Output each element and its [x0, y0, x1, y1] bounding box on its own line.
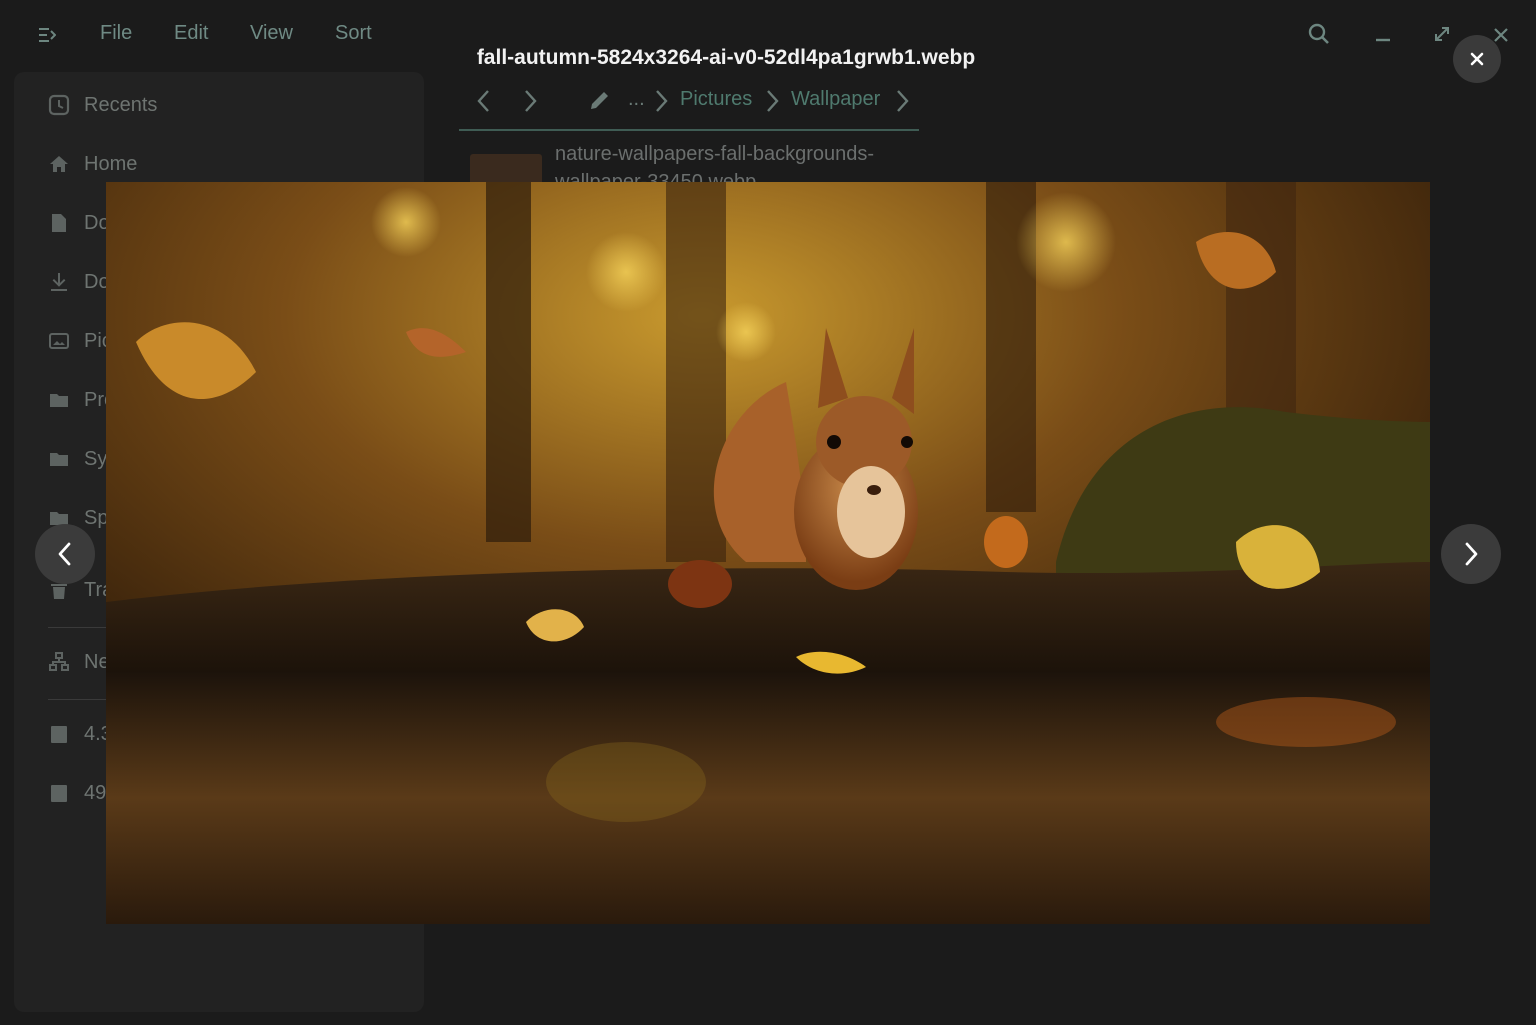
- search-icon[interactable]: [1307, 22, 1331, 46]
- viewer-next-button[interactable]: [1441, 524, 1501, 584]
- folder-icon: [50, 453, 68, 466]
- close-icon: [1470, 52, 1484, 66]
- network-icon: [49, 652, 69, 671]
- sidebar-item-label: Sp: [84, 506, 109, 529]
- breadcrumb-pictures[interactable]: Pictures: [680, 88, 752, 111]
- folder-icon: [50, 394, 68, 407]
- sidebar-item-home[interactable]: Home: [48, 144, 137, 184]
- sidebar-item-label: Home: [84, 152, 138, 175]
- maximize-icon[interactable]: [1432, 22, 1452, 46]
- sidebar-item-downloads[interactable]: Do: [48, 262, 110, 302]
- breadcrumb-ellipsis[interactable]: ...: [628, 88, 645, 111]
- drive-icon: [51, 785, 67, 802]
- sidebar-item-label: Recents: [84, 93, 158, 116]
- sidebar-item-drive-1[interactable]: 4.3: [48, 714, 112, 754]
- menu-edit[interactable]: Edit: [174, 22, 208, 45]
- sidebar-item-label: 49: [84, 781, 107, 804]
- breadcrumb-separator-icon: [767, 90, 779, 112]
- clock-icon: [48, 94, 70, 116]
- viewer-previous-button[interactable]: [35, 524, 95, 584]
- download-icon: [51, 273, 67, 291]
- sidebar-item-recents[interactable]: Recents: [48, 85, 157, 125]
- drive-icon: [51, 726, 67, 743]
- sidebar-item-drive-2[interactable]: 49: [48, 773, 106, 813]
- sidebar-toggle-icon[interactable]: [38, 26, 56, 44]
- viewer-close-button[interactable]: [1453, 35, 1501, 83]
- minimize-icon[interactable]: [1374, 22, 1392, 46]
- sidebar-item-network[interactable]: Ne: [48, 642, 110, 682]
- viewer-title: fall-autumn-5824x3264-ai-v0-52dl4pa1grwb…: [476, 46, 976, 69]
- menu-view[interactable]: View: [250, 22, 293, 45]
- sidebar-item-pictures[interactable]: Pic: [48, 321, 112, 361]
- chevron-right-icon: [1465, 542, 1478, 566]
- chevron-left-icon: [58, 542, 71, 566]
- autumn-squirrel-photo: [106, 182, 1430, 924]
- document-icon: [52, 214, 66, 232]
- breadcrumb-underline: [459, 129, 919, 131]
- sidebar-item-documents[interactable]: Do: [48, 203, 110, 243]
- forward-icon[interactable]: [520, 88, 540, 114]
- menu-sort[interactable]: Sort: [335, 22, 372, 45]
- menu-file[interactable]: File: [100, 22, 132, 45]
- viewer-image: [106, 182, 1430, 924]
- home-icon: [50, 156, 68, 172]
- picture-icon: [49, 333, 69, 349]
- back-icon[interactable]: [474, 88, 494, 114]
- edit-path-icon[interactable]: [588, 88, 612, 112]
- breadcrumb-separator-icon: [656, 90, 668, 112]
- breadcrumb-separator-icon: [897, 90, 909, 112]
- breadcrumb-wallpaper[interactable]: Wallpaper: [791, 88, 880, 111]
